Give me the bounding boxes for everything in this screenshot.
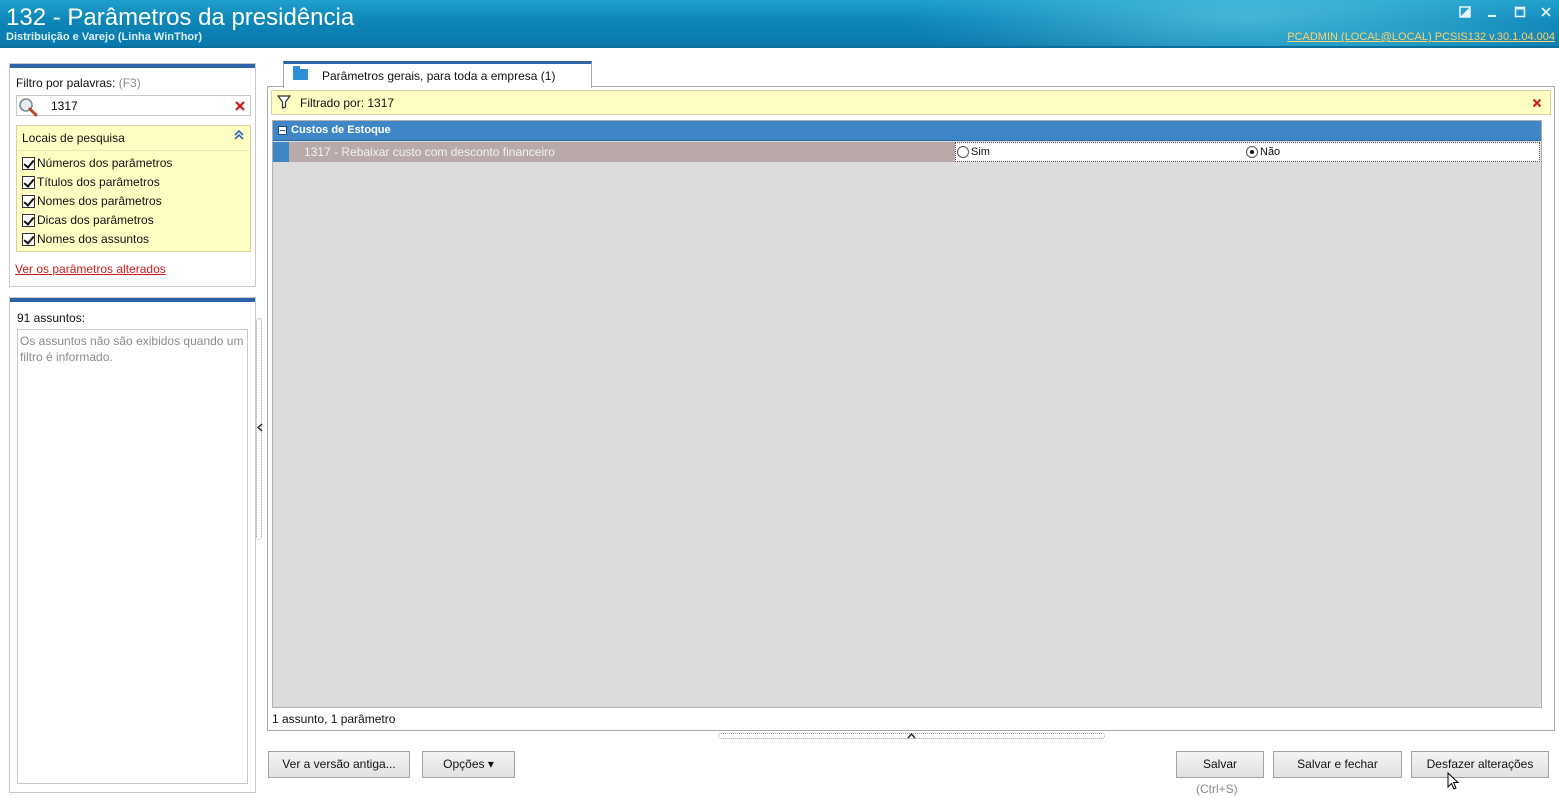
options-button[interactable]: Opções ▾ <box>422 751 515 778</box>
parameter-row-1317[interactable]: 1317 - Rebaixar custo com desconto finan… <box>273 142 1541 162</box>
save-shortcut-hint: (Ctrl+S) <box>1196 782 1238 796</box>
tab-label: Parâmetros gerais, para toda a empresa (… <box>322 69 556 83</box>
checkbox-checked[interactable] <box>22 232 35 246</box>
checkbox-checked[interactable] <box>22 213 35 227</box>
status-text: 1 assunto, 1 parâmetro <box>272 712 396 726</box>
search-input-value: 1317 <box>51 99 78 113</box>
group-row-custos-estoque[interactable]: Custos de Estoque <box>273 121 1541 141</box>
checkbox-label: Números dos parâmetros <box>37 156 173 170</box>
panel-accent-bar <box>10 64 255 68</box>
tab-parametros-gerais[interactable]: Parâmetros gerais, para toda a empresa (… <box>283 61 592 88</box>
panel-accent-bar <box>10 298 255 302</box>
collapse-chevron-icon[interactable] <box>234 129 244 143</box>
active-filter-text: Filtrado por: 1317 <box>300 96 395 110</box>
active-filter-bar: Filtrado por: 1317 <box>271 90 1551 115</box>
save-close-button[interactable]: Salvar e fechar <box>1273 751 1402 778</box>
title-bar: 132 - Parâmetros da presidência Distribu… <box>0 0 1559 46</box>
search-icon <box>17 96 39 117</box>
radio-selected[interactable] <box>1246 146 1258 158</box>
checkbox-titulos[interactable]: Títulos dos parâmetros <box>22 173 160 191</box>
parameter-options-cell: Sim Não <box>955 142 1540 162</box>
save-button[interactable]: Salvar <box>1176 751 1264 778</box>
checkbox-numeros[interactable]: Números dos parâmetros <box>22 154 172 172</box>
checkbox-assuntos[interactable]: Nomes dos assuntos <box>22 230 149 248</box>
search-locations-box: Locais de pesquisa Números dos parâmetro… <box>16 125 251 252</box>
subjects-list[interactable]: Os assuntos não são exibidos quando um f… <box>17 329 248 784</box>
radio-unselected[interactable] <box>957 146 969 158</box>
minimize-icon[interactable] <box>1484 6 1500 22</box>
radio-sim[interactable]: Sim <box>957 146 990 158</box>
filter-panel: Filtro por palavras: (F3) 1317 Locais de… <box>9 63 256 287</box>
folder-icon <box>293 66 308 80</box>
radio-label: Não <box>1260 146 1281 158</box>
subjects-panel: 91 assuntos: Os assuntos não são exibido… <box>9 297 256 793</box>
checkbox-label: Nomes dos assuntos <box>37 232 150 246</box>
checkbox-label: Títulos dos parâmetros <box>37 175 160 189</box>
maximize-icon[interactable] <box>1512 6 1528 22</box>
collapse-left-icon[interactable] <box>256 423 263 435</box>
clear-search-icon[interactable] <box>234 97 246 115</box>
search-locations-header: Locais de pesquisa <box>22 131 125 145</box>
search-input[interactable]: 1317 <box>16 95 251 117</box>
parameters-grid: Custos de Estoque 1317 - Rebaixar custo … <box>272 120 1542 708</box>
collapse-group-icon[interactable] <box>278 126 287 135</box>
old-version-button[interactable]: Ver a versão antiga... <box>268 751 410 778</box>
mouse-cursor-icon <box>1447 771 1461 792</box>
window-title: 132 - Parâmetros da presidência <box>6 4 355 31</box>
changed-parameters-link[interactable]: Ver os parâmetros alterados <box>15 262 166 276</box>
row-indent <box>273 142 289 162</box>
subjects-count: 91 assuntos: <box>17 311 86 325</box>
subjects-message: Os assuntos não são exibidos quando um f… <box>20 334 244 364</box>
radio-label: Sim <box>971 146 990 158</box>
parameter-name-cell[interactable]: 1317 - Rebaixar custo com desconto finan… <box>289 142 955 162</box>
user-info: PCADMIN (LOCAL@LOCAL) PCSIS132 v.30.1.04… <box>1287 31 1555 43</box>
checkbox-label: Nomes dos parâmetros <box>37 194 162 208</box>
parameter-name: 1317 - Rebaixar custo com desconto finan… <box>304 145 555 159</box>
filter-label-text: Filtro por palavras: <box>16 76 116 90</box>
checkbox-dicas[interactable]: Dicas dos parâmetros <box>22 211 154 229</box>
clear-filter-icon[interactable] <box>1532 94 1542 111</box>
restore-icon[interactable] <box>1457 6 1473 22</box>
group-title: Custos de Estoque <box>291 124 391 136</box>
undo-changes-button[interactable]: Desfazer alterações <box>1411 751 1549 778</box>
checkbox-label: Dicas dos parâmetros <box>37 213 154 227</box>
filter-shortcut-hint: (F3) <box>118 76 141 90</box>
checkbox-checked[interactable] <box>22 194 35 208</box>
filter-label: Filtro por palavras: (F3) <box>16 76 141 90</box>
title-bar-border <box>0 46 1559 48</box>
checkbox-nomes[interactable]: Nomes dos parâmetros <box>22 192 162 210</box>
filter-funnel-icon <box>276 95 292 109</box>
divider <box>18 150 249 151</box>
window-subtitle: Distribuição e Varejo (Linha WinThor) <box>6 31 203 43</box>
collapse-up-icon[interactable] <box>907 731 916 742</box>
checkbox-checked[interactable] <box>22 156 35 170</box>
checkbox-checked[interactable] <box>22 175 35 189</box>
radio-nao[interactable]: Não <box>1246 146 1280 158</box>
close-icon[interactable] <box>1538 6 1554 22</box>
